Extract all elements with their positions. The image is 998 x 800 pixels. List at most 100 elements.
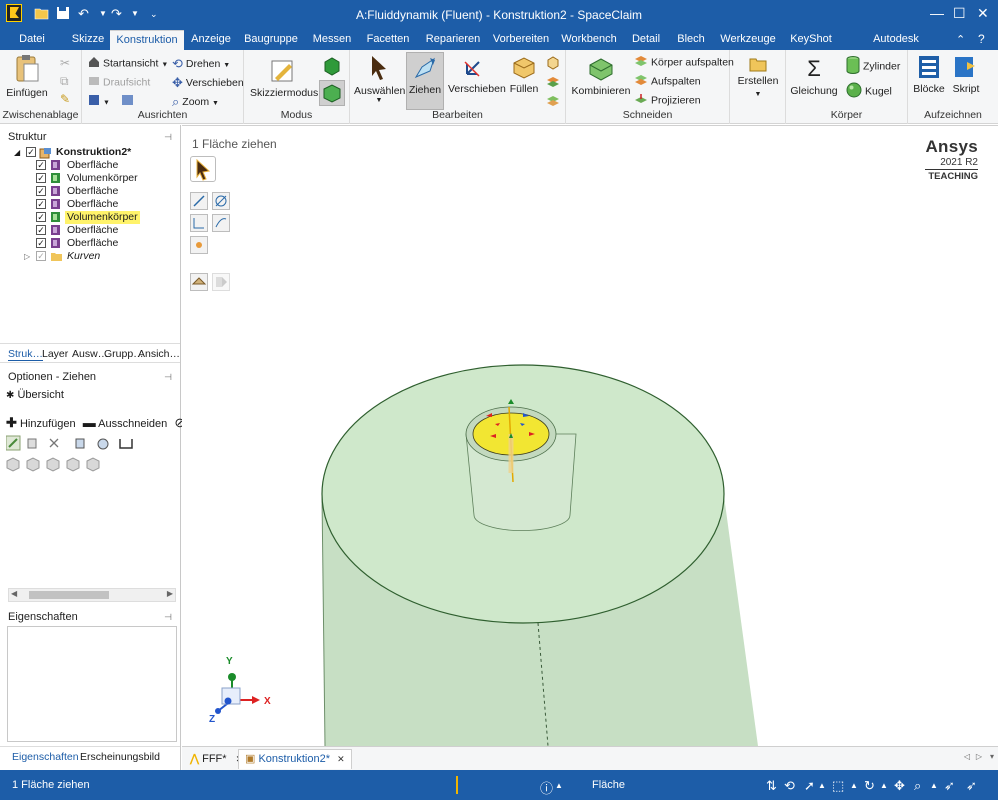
tab-datei[interactable]: Datei bbox=[10, 30, 54, 50]
tab-blech[interactable]: Blech bbox=[674, 30, 708, 50]
horizontal-scrollbar[interactable]: ◀ ▶ bbox=[8, 588, 176, 602]
tree-root[interactable]: ◢ ✓ Konstruktion2* bbox=[0, 146, 180, 159]
offset-icon[interactable] bbox=[546, 75, 560, 92]
projizieren-button[interactable]: Projizieren bbox=[634, 93, 701, 108]
tab-facetten[interactable]: Facetten bbox=[364, 30, 412, 50]
tab-eigenschaften[interactable]: Eigenschaften bbox=[12, 751, 79, 763]
display-cube-button[interactable]: ▼ bbox=[88, 94, 137, 109]
tab-list-icon[interactable]: ▾ bbox=[990, 752, 994, 761]
tree-item[interactable]: ✓ Oberfläche bbox=[0, 224, 180, 237]
visibility-checkbox[interactable]: ✓ bbox=[36, 238, 46, 248]
graphics-viewport[interactable]: 1 Fläche ziehen Ansys 2021 R2 TEACHING Y… bbox=[182, 125, 998, 746]
model-3d[interactable] bbox=[182, 126, 998, 746]
kugel-button[interactable]: Kugel bbox=[846, 82, 892, 101]
close-icon[interactable]: ✕ bbox=[337, 754, 345, 764]
box-select-dropdown-icon[interactable]: ▲ bbox=[850, 781, 858, 790]
tab-skizze[interactable]: Skizze bbox=[66, 30, 110, 50]
paste-button[interactable]: Einfügen bbox=[6, 54, 48, 99]
auswaehlen-button[interactable]: Auswählen ▼ bbox=[354, 54, 405, 104]
minimize-icon[interactable]: — bbox=[930, 5, 944, 21]
section-mode-icon[interactable] bbox=[322, 56, 342, 79]
zoom-button[interactable]: ⌕ Zoom ▼ bbox=[172, 94, 219, 110]
doc-tab-konstruktion2[interactable]: ▣ Konstruktion2* ✕ bbox=[238, 749, 352, 769]
spin-updown-icon[interactable]: ⇅ bbox=[766, 778, 777, 794]
visibility-checkbox[interactable]: ✓ bbox=[26, 147, 36, 157]
scroll-tabs-left-icon[interactable]: ◁ bbox=[964, 752, 970, 761]
box-select-icon[interactable]: ⬚ bbox=[832, 778, 844, 794]
scrollbar-thumb[interactable] bbox=[29, 591, 109, 599]
tree-item-curves[interactable]: ▷ ✓ Kurven bbox=[0, 250, 180, 263]
fly-icon[interactable]: ➶ bbox=[944, 778, 955, 794]
kombinieren-button[interactable]: Kombinieren bbox=[570, 56, 632, 97]
aufspalten-button[interactable]: Aufspalten bbox=[634, 74, 701, 89]
tree-item[interactable]: ✓ Oberfläche bbox=[0, 237, 180, 250]
draufsicht-button[interactable]: Draufsicht bbox=[88, 75, 150, 90]
collapse-triangle-icon[interactable]: ◢ bbox=[14, 146, 20, 159]
tab-konstruktion[interactable]: Konstruktion bbox=[110, 30, 184, 50]
pin-icon[interactable]: ⊣ bbox=[164, 368, 172, 386]
expand-triangle-icon[interactable]: ▷ bbox=[24, 250, 30, 263]
visibility-checkbox[interactable]: ✓ bbox=[36, 173, 46, 183]
tab-reparieren[interactable]: Reparieren bbox=[422, 30, 484, 50]
info-icon[interactable]: ⓘ bbox=[540, 778, 553, 797]
erstellen-button[interactable]: Erstellen ▼ bbox=[734, 56, 782, 98]
tab-autodesk-simulation[interactable]: Autodesk Simulation bbox=[848, 30, 944, 64]
overview-row[interactable]: ✱ Übersicht bbox=[6, 389, 64, 401]
fuellen-button[interactable]: Füllen bbox=[504, 54, 544, 95]
koerper-aufspalten-button[interactable]: Körper aufspalten bbox=[634, 55, 734, 70]
pin-icon[interactable]: ⊣ bbox=[164, 608, 172, 626]
pointer-icon[interactable]: ➚ bbox=[804, 778, 815, 794]
tree-item[interactable]: ✓ Oberfläche bbox=[0, 185, 180, 198]
scroll-tabs-right-icon[interactable]: ▷ bbox=[976, 752, 982, 761]
maximize-icon[interactable]: ☐ bbox=[953, 5, 966, 22]
pan-icon[interactable]: ✥ bbox=[894, 778, 905, 794]
visibility-checkbox[interactable]: ✓ bbox=[36, 225, 46, 235]
visibility-checkbox[interactable]: ✓ bbox=[36, 251, 46, 261]
ziehen-button[interactable]: Ziehen bbox=[406, 52, 444, 110]
rotate-view-icon[interactable]: ⟲ bbox=[784, 778, 795, 794]
help-icon[interactable]: ? bbox=[978, 32, 985, 46]
tab-keyshot[interactable]: KeyShot bbox=[788, 30, 834, 50]
zylinder-button[interactable]: Zylinder bbox=[846, 56, 900, 77]
tab-vorbereiten[interactable]: Vorbereiten bbox=[490, 30, 552, 50]
bloecke-button[interactable]: Blöcke bbox=[910, 54, 948, 95]
cut-option[interactable]: Ausschneiden bbox=[98, 418, 167, 430]
tree-item[interactable]: ✓ Volumenkörper bbox=[0, 172, 180, 185]
spin-icon[interactable]: ↻ bbox=[864, 778, 875, 794]
tree-item-selected[interactable]: ✓ Volumenkörper bbox=[0, 211, 180, 224]
tab-erscheinungsbild[interactable]: Erscheinungsbild bbox=[80, 751, 160, 763]
cut-icon[interactable]: ✂ bbox=[60, 56, 70, 70]
shell-icon[interactable] bbox=[546, 56, 560, 73]
startansicht-button[interactable]: Startansicht ▼ bbox=[88, 56, 168, 71]
pointer-dropdown-icon[interactable]: ▲ bbox=[818, 781, 826, 790]
zoom-dropdown-icon[interactable]: ▲ bbox=[930, 781, 938, 790]
tab-workbench[interactable]: Workbench bbox=[560, 30, 618, 50]
visibility-checkbox[interactable]: ✓ bbox=[36, 186, 46, 196]
3d-mode-button[interactable] bbox=[319, 80, 345, 106]
tab-struktur[interactable]: Struk… bbox=[8, 348, 44, 361]
verschieben-view-button[interactable]: ✥ Verschieben bbox=[172, 75, 244, 91]
spin-dropdown-icon[interactable]: ▲ bbox=[880, 781, 888, 790]
tab-layer[interactable]: Layer bbox=[42, 348, 68, 360]
collapse-ribbon-icon[interactable]: ⌃ bbox=[956, 33, 965, 46]
tab-werkzeuge[interactable]: Werkzeuge bbox=[718, 30, 778, 50]
scroll-right-icon[interactable]: ▶ bbox=[167, 589, 173, 598]
visibility-checkbox[interactable]: ✓ bbox=[36, 160, 46, 170]
drehen-button[interactable]: ⟲ Drehen ▼ bbox=[172, 56, 230, 72]
tab-anzeige[interactable]: Anzeige bbox=[188, 30, 234, 50]
visibility-checkbox[interactable]: ✓ bbox=[36, 199, 46, 209]
tab-detail[interactable]: Detail bbox=[628, 30, 664, 50]
tab-baugruppe[interactable]: Baugruppe bbox=[242, 30, 300, 50]
pin-icon[interactable]: ⊣ bbox=[164, 128, 172, 146]
skizziermodus-button[interactable]: Skizziermodus bbox=[250, 58, 318, 99]
info-dropdown-icon[interactable]: ▲ bbox=[555, 781, 563, 790]
gleichung-button[interactable]: Σ Gleichung bbox=[790, 56, 838, 97]
walk-icon[interactable]: ➶ bbox=[966, 778, 977, 794]
copy-icon[interactable]: ⧉ bbox=[60, 74, 69, 89]
verschieben-button[interactable]: Verschieben bbox=[448, 54, 506, 95]
scroll-left-icon[interactable]: ◀ bbox=[11, 589, 17, 598]
tab-ansichten[interactable]: Ansich… bbox=[138, 348, 180, 360]
zoom-icon[interactable]: ⌕ bbox=[914, 778, 921, 794]
visibility-checkbox[interactable]: ✓ bbox=[36, 212, 46, 222]
add-option[interactable]: Hinzufügen bbox=[20, 418, 76, 430]
